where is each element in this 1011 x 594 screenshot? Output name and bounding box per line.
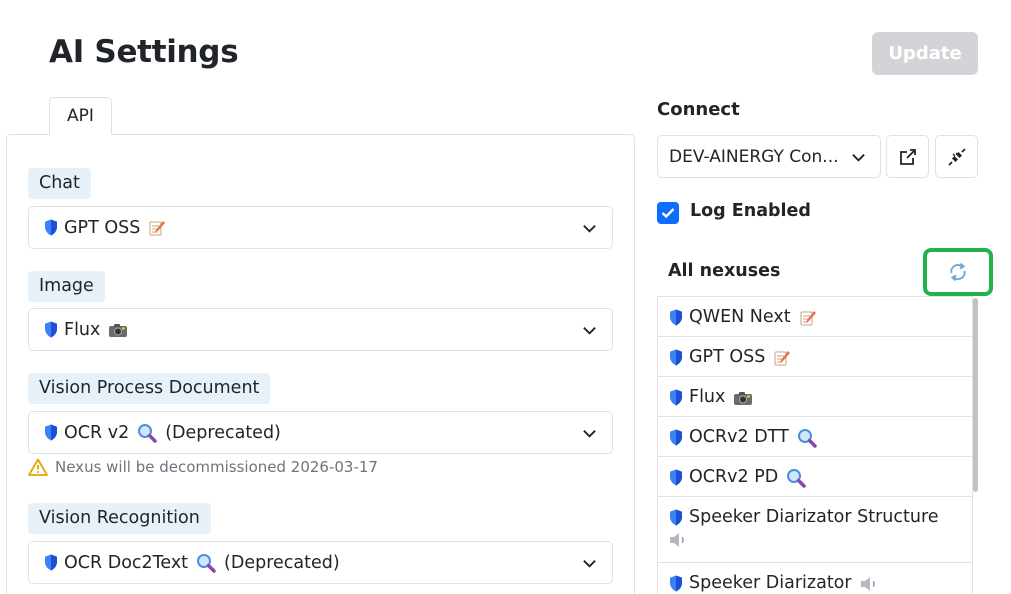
decommission-warning-text: Nexus will be decommissioned 2026-03-17 xyxy=(55,458,378,476)
nexus-list-scrollbar[interactable] xyxy=(973,298,978,492)
magnifier-icon xyxy=(197,553,216,573)
deprecated-tag: (Deprecated) xyxy=(224,552,340,573)
speaker-icon xyxy=(860,576,875,591)
warning-icon xyxy=(28,458,48,476)
nexus-list-item[interactable]: Speeker Diarizator Structure xyxy=(657,496,973,562)
memo-icon xyxy=(774,350,791,365)
tab-api[interactable]: API xyxy=(49,97,112,135)
nexus-name: Speeker Diarizator Structure xyxy=(689,507,939,527)
chat-select-value: GPT OSS xyxy=(64,217,141,238)
shield-icon xyxy=(670,575,682,592)
shield-icon xyxy=(45,219,57,236)
shield-icon xyxy=(670,429,682,446)
nexus-list-item[interactable]: OCRv2 DTT xyxy=(657,416,973,456)
memo-icon xyxy=(149,220,166,235)
shield-icon xyxy=(670,469,682,486)
vision-process-document-select[interactable]: OCR v2 (Deprecated) xyxy=(28,411,613,454)
nexus-name: Speeker Diarizator xyxy=(689,573,852,593)
ai-settings-page: AI Settings Update API Chat GPT OSS Imag… xyxy=(0,0,1011,594)
shield-icon xyxy=(670,349,682,366)
page-title: AI Settings xyxy=(49,34,239,70)
chat-select[interactable]: GPT OSS xyxy=(28,206,613,249)
all-nexuses-title: All nexuses xyxy=(668,261,781,281)
refresh-button[interactable] xyxy=(923,248,993,296)
nexus-list-item[interactable]: OCRv2 PD xyxy=(657,456,973,496)
nexus-list-item[interactable]: Flux xyxy=(657,376,973,416)
vision-recognition-label: Vision Recognition xyxy=(28,503,211,534)
shield-icon xyxy=(670,509,682,526)
unplug-icon xyxy=(947,147,966,166)
chat-label: Chat xyxy=(28,168,91,199)
nexus-name: QWEN Next xyxy=(689,307,791,327)
shield-icon xyxy=(45,321,57,338)
shield-icon xyxy=(45,424,57,441)
api-settings-panel: Chat GPT OSS Image Flux Vision Process D… xyxy=(6,134,635,594)
chevron-down-icon xyxy=(852,154,865,162)
deprecated-tag: (Deprecated) xyxy=(165,422,281,443)
shield-icon xyxy=(670,389,682,406)
open-connection-button[interactable] xyxy=(886,135,929,178)
connect-label: Connect xyxy=(657,99,740,120)
magnifier-icon xyxy=(797,428,817,448)
disconnect-button[interactable] xyxy=(935,135,978,178)
camera-icon xyxy=(109,323,128,337)
nexus-name: Flux xyxy=(689,387,726,407)
external-link-icon xyxy=(899,148,916,165)
image-label: Image xyxy=(28,271,105,302)
nexus-name: GPT OSS xyxy=(689,347,766,367)
decommission-warning: Nexus will be decommissioned 2026-03-17 xyxy=(28,458,378,476)
nexus-name: OCRv2 DTT xyxy=(689,427,789,447)
refresh-icon xyxy=(950,262,966,282)
image-select[interactable]: Flux xyxy=(28,308,613,351)
camera-icon xyxy=(734,391,753,405)
chevron-down-icon xyxy=(583,225,596,233)
nexus-name: OCRv2 PD xyxy=(689,467,779,487)
update-button[interactable]: Update xyxy=(872,32,978,75)
vision-recognition-value: OCR Doc2Text xyxy=(64,552,189,573)
memo-icon xyxy=(800,310,816,325)
connection-select[interactable]: DEV-AINERGY Con... xyxy=(657,135,881,178)
magnifier-icon xyxy=(138,423,157,443)
magnifier-icon xyxy=(787,468,806,488)
vision-process-document-value: OCR v2 xyxy=(64,422,130,443)
chevron-down-icon xyxy=(583,430,596,438)
log-enabled-label[interactable]: Log Enabled xyxy=(690,201,811,221)
check-icon xyxy=(661,208,675,219)
nexus-list-item[interactable]: Speeker Diarizator xyxy=(657,562,973,594)
nexus-list-item[interactable]: QWEN Next xyxy=(657,296,973,336)
image-select-value: Flux xyxy=(64,319,101,340)
nexus-list: QWEN Next GPT OSS Flux OCRv2 DTT OCRv2 P… xyxy=(657,296,973,594)
log-enabled-checkbox[interactable] xyxy=(657,202,679,224)
chevron-down-icon xyxy=(583,327,596,335)
shield-icon xyxy=(670,309,682,326)
speaker-icon xyxy=(670,533,684,547)
vision-recognition-select[interactable]: OCR Doc2Text (Deprecated) xyxy=(28,541,613,584)
connection-select-value: DEV-AINERGY Con... xyxy=(669,146,839,167)
nexus-list-item[interactable]: GPT OSS xyxy=(657,336,973,376)
shield-icon xyxy=(45,554,57,571)
vision-process-document-label: Vision Process Document xyxy=(28,373,271,404)
chevron-down-icon xyxy=(583,560,596,568)
